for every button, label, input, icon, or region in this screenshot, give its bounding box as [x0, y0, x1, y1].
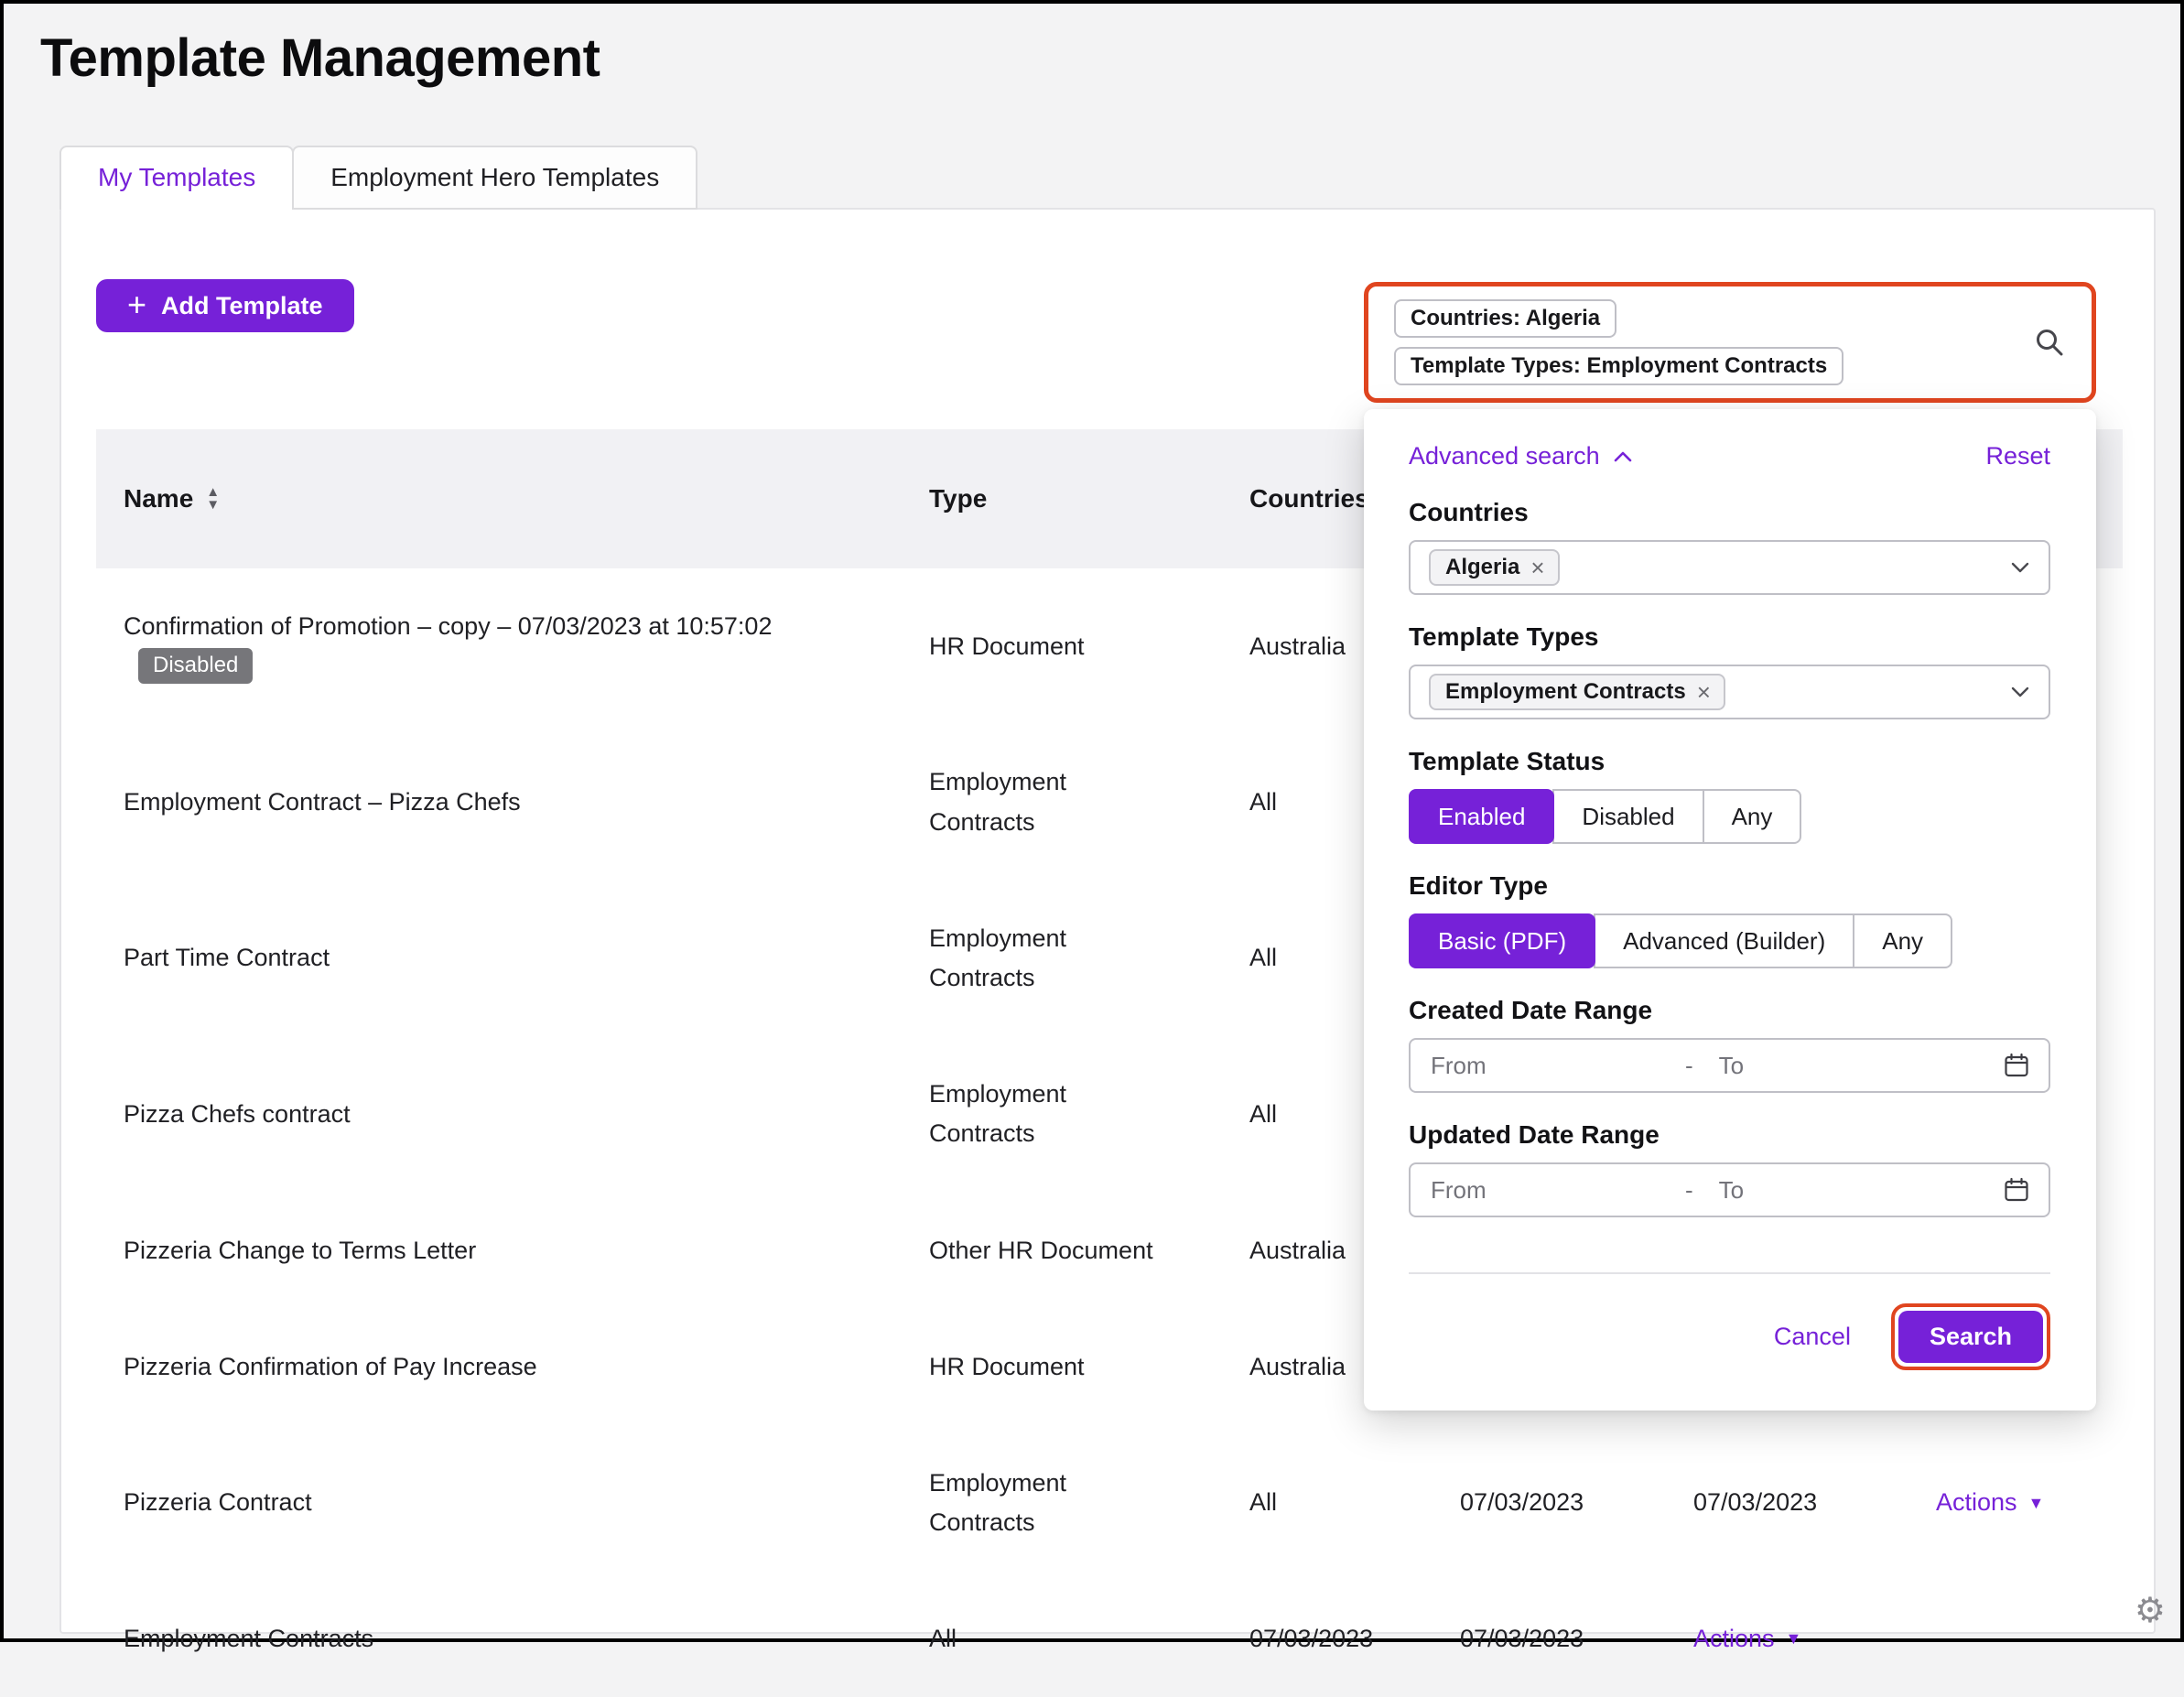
actions-menu-button[interactable]: Actions ▼	[1693, 1619, 1801, 1659]
template-name: Pizza Chefs contract	[124, 1100, 351, 1128]
template-type: All	[902, 1581, 1222, 1697]
date-range-separator: -	[1685, 1052, 1693, 1080]
countries-select[interactable]: Algeria ×	[1409, 540, 2050, 595]
template-status-segmented: Enabled Disabled Any	[1409, 789, 1801, 844]
reset-button[interactable]: Reset	[1985, 442, 2050, 470]
page-title: Template Management	[40, 27, 2180, 89]
selected-template-type-label: Employment Contracts	[1445, 679, 1686, 705]
selected-country-chip[interactable]: Algeria ×	[1429, 549, 1560, 586]
add-template-label: Add Template	[161, 292, 323, 320]
tab-employment-hero-templates[interactable]: Employment Hero Templates	[292, 146, 697, 210]
template-types-select[interactable]: Employment Contracts ×	[1409, 665, 2050, 719]
filter-chip-template-types[interactable]: Template Types: Employment Contracts	[1394, 347, 1843, 385]
table-row[interactable]: Pizzeria Contract Employment Contracts A…	[96, 1425, 2123, 1581]
selected-country-label: Algeria	[1445, 555, 1519, 580]
updated-from-input[interactable]	[1429, 1175, 1685, 1205]
search-button-highlight: Search	[1891, 1303, 2050, 1370]
status-option-disabled[interactable]: Disabled	[1552, 789, 1703, 844]
editor-type-label: Editor Type	[1409, 871, 2050, 901]
template-type: Employment Contracts	[902, 1036, 1222, 1192]
close-icon[interactable]: ×	[1530, 556, 1544, 579]
template-status-label: Template Status	[1409, 747, 2050, 776]
created-date-range-label: Created Date Range	[1409, 996, 2050, 1025]
panel-divider	[1409, 1272, 2050, 1274]
caret-down-icon: ▼	[2028, 1490, 2045, 1517]
actions-label: Actions	[1693, 1619, 1775, 1659]
template-type: HR Document	[902, 1309, 1222, 1425]
status-option-enabled[interactable]: Enabled	[1409, 789, 1554, 844]
templates-card: + Add Template Countries: Algeria Templa…	[59, 208, 2156, 1634]
created-from-input[interactable]	[1429, 1051, 1685, 1081]
column-header-name[interactable]: Name ▲▼	[96, 429, 902, 568]
template-name: Pizzeria Change to Terms Letter	[124, 1237, 476, 1264]
template-type: Employment Contracts	[902, 724, 1222, 880]
template-type: HR Document	[902, 568, 1222, 724]
actions-menu-button[interactable]: Actions ▼	[1936, 1483, 2044, 1522]
status-option-any[interactable]: Any	[1703, 789, 1802, 844]
actions-label: Actions	[1936, 1483, 2017, 1522]
close-icon[interactable]: ×	[1697, 680, 1711, 704]
cancel-button[interactable]: Cancel	[1774, 1323, 1851, 1351]
date-range-separator: -	[1685, 1176, 1693, 1205]
template-countries: All	[1222, 1425, 1433, 1581]
countries-label: Countries	[1409, 498, 2050, 527]
updated-date-range-label: Updated Date Range	[1409, 1120, 2050, 1150]
filter-chip-list: Countries: Algeria Template Types: Emplo…	[1394, 299, 1843, 385]
plus-icon: +	[127, 288, 146, 321]
template-name: Pizzeria Confirmation of Pay Increase	[124, 1353, 537, 1380]
template-updated: 07/03/2023	[1666, 1425, 1908, 1581]
chevron-down-icon	[2010, 561, 2030, 574]
gear-icon[interactable]: ⚙	[2135, 1590, 2166, 1631]
column-header-name-label: Name	[124, 484, 193, 513]
template-created: 07/03/2023	[1433, 1425, 1666, 1581]
table-row[interactable]: Employment Contracts All 07/03/2023 07/0…	[96, 1581, 2123, 1697]
template-types-label: Template Types	[1409, 622, 2050, 652]
chevron-down-icon	[2010, 686, 2030, 698]
template-name: Confirmation of Promotion – copy – 07/03…	[124, 612, 772, 640]
editor-type-segmented: Basic (PDF) Advanced (Builder) Any	[1409, 913, 1952, 968]
status-badge: Disabled	[138, 648, 253, 684]
template-type: Other HR Document	[902, 1193, 1222, 1309]
editor-option-advanced-builder[interactable]: Advanced (Builder)	[1594, 913, 1854, 968]
search-filter-box[interactable]: Countries: Algeria Template Types: Emplo…	[1364, 282, 2096, 403]
editor-option-any[interactable]: Any	[1853, 913, 1952, 968]
advanced-search-panel: Advanced search Reset Countries Algeria …	[1364, 409, 2096, 1411]
created-to-input[interactable]	[1717, 1051, 1854, 1081]
app-frame: Template Management My Templates Employm…	[0, 0, 2184, 1642]
tab-bar: My Templates Employment Hero Templates	[59, 146, 697, 210]
editor-option-basic-pdf[interactable]: Basic (PDF)	[1409, 913, 1595, 968]
chevron-up-icon	[1613, 450, 1633, 463]
column-header-type: Type	[902, 429, 1222, 568]
template-name: Pizzeria Contract	[124, 1488, 312, 1516]
sort-icon[interactable]: ▲▼	[206, 487, 220, 511]
filter-chip-countries[interactable]: Countries: Algeria	[1394, 299, 1616, 338]
search-icon[interactable]	[2033, 326, 2066, 359]
template-name: Employment Contract – Pizza Chefs	[124, 788, 521, 816]
advanced-search-label: Advanced search	[1409, 442, 1600, 470]
search-button[interactable]: Search	[1898, 1311, 2043, 1363]
updated-date-range-input: -	[1409, 1162, 2050, 1217]
add-template-button[interactable]: + Add Template	[96, 279, 354, 332]
advanced-search-toggle[interactable]: Advanced search	[1409, 442, 1633, 470]
template-type: Employment Contracts	[902, 1425, 1222, 1581]
tab-my-templates[interactable]: My Templates	[59, 146, 294, 210]
template-created: 07/03/2023	[1222, 1581, 1433, 1697]
calendar-icon[interactable]	[2003, 1052, 2030, 1079]
template-updated: 07/03/2023	[1433, 1581, 1666, 1697]
updated-to-input[interactable]	[1717, 1175, 1854, 1205]
template-name: Employment Contracts	[124, 1625, 373, 1652]
template-type: Employment Contracts	[902, 881, 1222, 1036]
caret-down-icon: ▼	[1786, 1626, 1802, 1652]
template-name: Part Time Contract	[124, 944, 330, 971]
created-date-range-input: -	[1409, 1038, 2050, 1093]
calendar-icon[interactable]	[2003, 1176, 2030, 1204]
selected-template-type-chip[interactable]: Employment Contracts ×	[1429, 674, 1725, 710]
